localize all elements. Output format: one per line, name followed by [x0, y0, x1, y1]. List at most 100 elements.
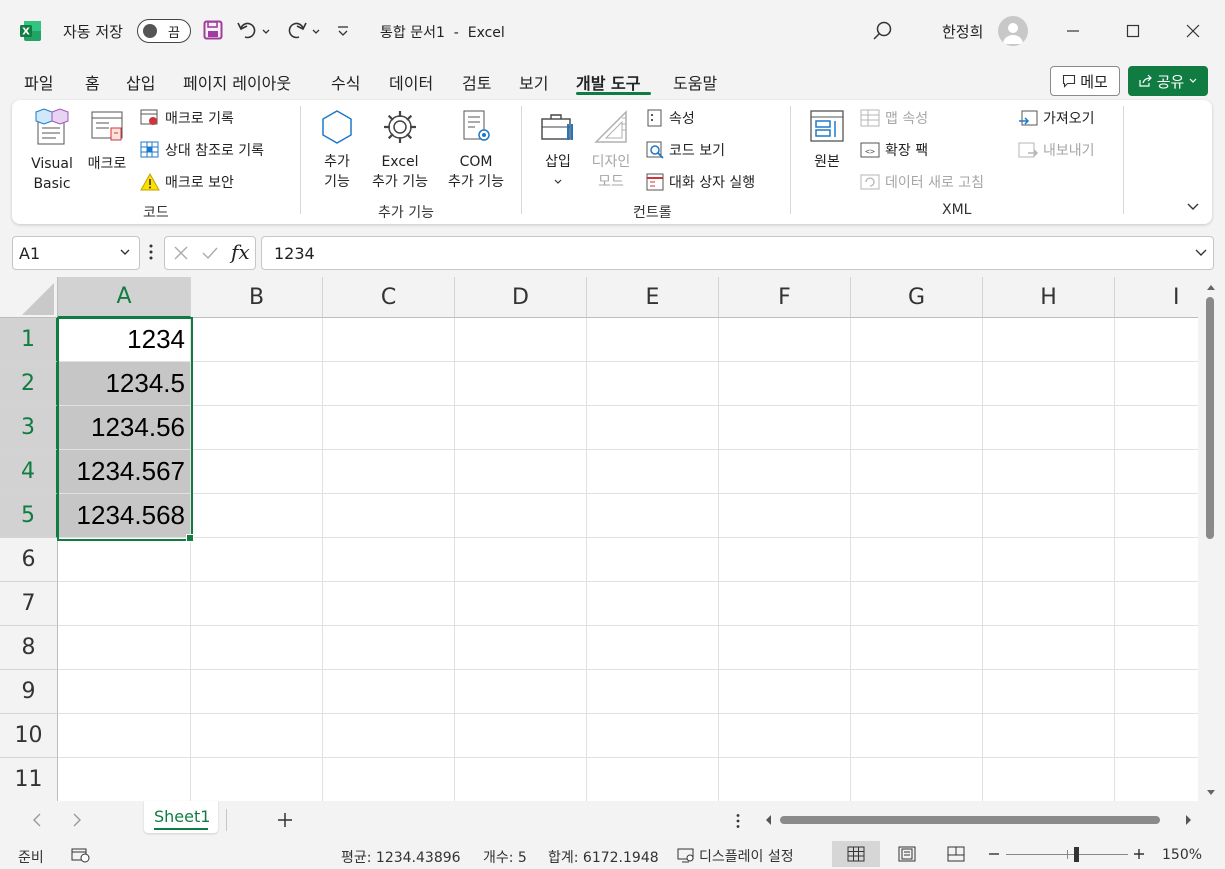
column-header[interactable]: D — [455, 277, 587, 318]
insert-function-icon[interactable]: fx — [231, 240, 250, 264]
tab-data[interactable]: 데이터 — [389, 70, 433, 94]
autosave-toggle[interactable]: 끔 — [137, 19, 191, 43]
map-properties-button[interactable]: 맵 속성 — [860, 108, 928, 128]
select-all-button[interactable] — [0, 277, 58, 318]
cell-a3[interactable]: 1234.56 — [58, 406, 191, 450]
chevron-left-icon[interactable] — [32, 813, 42, 827]
accessibility-icon[interactable] — [71, 847, 91, 863]
column-header[interactable]: B — [191, 277, 323, 318]
avatar[interactable] — [998, 16, 1028, 46]
visual-basic-button[interactable]: Visual Basic — [28, 108, 76, 194]
zoom-level[interactable]: 150% — [1162, 847, 1202, 863]
spreadsheet-grid[interactable]: A B C D E F G H I 1 2 3 4 5 6 7 8 9 10 1… — [0, 277, 1198, 801]
excel-add-ins-button[interactable]: Excel 추가 기능 — [366, 108, 434, 192]
tab-insert[interactable]: 삽입 — [126, 70, 155, 94]
row-header[interactable]: 4 — [0, 450, 58, 494]
xml-source-button[interactable]: 원본 — [806, 108, 848, 172]
export-button[interactable]: 내보내기 — [1018, 140, 1095, 160]
expansion-packs-button[interactable]: <> 확장 팩 — [860, 140, 928, 160]
status-average[interactable]: 평균: 1234.43896 — [341, 847, 461, 867]
horizontal-scroll-thumb[interactable] — [780, 816, 1160, 824]
zoom-out-icon[interactable] — [989, 853, 999, 855]
tab-formulas[interactable]: 수식 — [331, 70, 360, 94]
vertical-scrollbar[interactable] — [1198, 277, 1225, 801]
search-icon[interactable] — [872, 20, 894, 46]
com-add-ins-button[interactable]: COM 추가 기능 — [442, 108, 510, 192]
formula-input[interactable]: 1234 — [261, 236, 1214, 270]
row-header[interactable]: 1 — [0, 318, 58, 362]
scroll-right-icon[interactable] — [1185, 814, 1193, 826]
column-header[interactable]: C — [323, 277, 455, 318]
relative-reference-button[interactable]: 상대 참조로 기록 — [140, 140, 264, 160]
display-settings-button[interactable]: 디스플레이 설정 — [677, 846, 794, 866]
insert-control-button[interactable]: 삽입 — [537, 108, 579, 192]
import-button[interactable]: 가져오기 — [1018, 108, 1095, 128]
row-header[interactable]: 11 — [0, 758, 58, 801]
column-header[interactable]: A — [58, 277, 191, 318]
page-break-view-icon[interactable] — [947, 846, 965, 862]
share-button[interactable]: 공유 — [1128, 66, 1208, 96]
scroll-down-icon[interactable] — [1206, 789, 1216, 797]
row-header[interactable]: 3 — [0, 406, 58, 450]
column-header[interactable]: H — [983, 277, 1115, 318]
refresh-data-button[interactable]: 데이터 새로 고침 — [860, 172, 984, 192]
properties-button[interactable]: 속성 — [646, 108, 695, 128]
row-header[interactable]: 7 — [0, 582, 58, 626]
row-header[interactable]: 10 — [0, 714, 58, 758]
tab-view[interactable]: 보기 — [519, 70, 548, 94]
page-layout-view-icon[interactable] — [898, 846, 916, 862]
vertical-scroll-thumb[interactable] — [1206, 297, 1214, 539]
record-macro-button[interactable]: 매크로 기록 — [140, 108, 234, 128]
undo-icon[interactable] — [236, 19, 272, 45]
scroll-left-icon[interactable] — [764, 814, 772, 826]
normal-view-button[interactable] — [832, 841, 880, 867]
close-icon[interactable] — [1173, 11, 1213, 51]
column-header[interactable]: I — [1115, 277, 1198, 318]
customize-qat-icon[interactable] — [336, 24, 350, 42]
run-dialog-button[interactable]: 대화 상자 실행 — [646, 172, 755, 192]
tab-review[interactable]: 검토 — [462, 70, 491, 94]
enter-icon[interactable] — [201, 245, 219, 261]
column-header[interactable]: F — [719, 277, 851, 318]
more-options-icon[interactable] — [148, 243, 154, 265]
cell-a2[interactable]: 1234.5 — [58, 362, 191, 406]
maximize-icon[interactable] — [1113, 11, 1153, 51]
name-box[interactable]: A1 — [12, 236, 140, 270]
more-options-icon[interactable] — [735, 813, 741, 829]
add-ins-button[interactable]: 추가 기능 — [316, 108, 358, 192]
scroll-up-icon[interactable] — [1206, 283, 1216, 291]
row-header[interactable]: 2 — [0, 362, 58, 406]
chevron-right-icon[interactable] — [72, 813, 82, 827]
expand-formula-bar-icon[interactable] — [1194, 248, 1208, 258]
cell-a1[interactable]: 1234 — [58, 318, 191, 362]
tab-file[interactable]: 파일 — [24, 70, 53, 94]
tab-page-layout[interactable]: 페이지 레이아웃 — [183, 70, 291, 94]
user-name[interactable]: 한정희 — [942, 21, 983, 42]
zoom-slider-thumb[interactable] — [1074, 847, 1079, 862]
row-header[interactable]: 9 — [0, 670, 58, 714]
status-sum[interactable]: 합계: 6172.1948 — [548, 847, 659, 867]
collapse-ribbon-icon[interactable] — [1186, 200, 1200, 216]
view-code-button[interactable]: 코드 보기 — [646, 140, 725, 160]
column-header[interactable]: G — [851, 277, 983, 318]
cancel-icon[interactable] — [173, 245, 189, 261]
row-header[interactable]: 6 — [0, 538, 58, 582]
zoom-in-icon[interactable] — [1134, 849, 1144, 859]
memo-button[interactable]: 메모 — [1050, 66, 1120, 96]
tab-help[interactable]: 도움말 — [673, 70, 717, 94]
cell-a5[interactable]: 1234.568 — [58, 494, 191, 538]
add-sheet-icon[interactable] — [277, 812, 293, 828]
tab-developer[interactable]: 개발 도구 — [576, 70, 640, 94]
column-header[interactable]: E — [587, 277, 719, 318]
chevron-down-icon[interactable] — [119, 248, 131, 258]
fill-handle[interactable] — [186, 534, 194, 542]
tab-home[interactable]: 홈 — [85, 70, 100, 94]
row-header[interactable]: 8 — [0, 626, 58, 670]
cell-a4[interactable]: 1234.567 — [58, 450, 191, 494]
design-mode-button[interactable]: 디자인 모드 — [588, 108, 634, 192]
status-count[interactable]: 개수: 5 — [483, 847, 527, 867]
sheet-tab-sheet1[interactable]: Sheet1 — [144, 801, 218, 833]
row-header[interactable]: 5 — [0, 494, 58, 538]
redo-icon[interactable] — [286, 19, 322, 45]
macro-button[interactable]: 매크로 — [84, 108, 130, 174]
